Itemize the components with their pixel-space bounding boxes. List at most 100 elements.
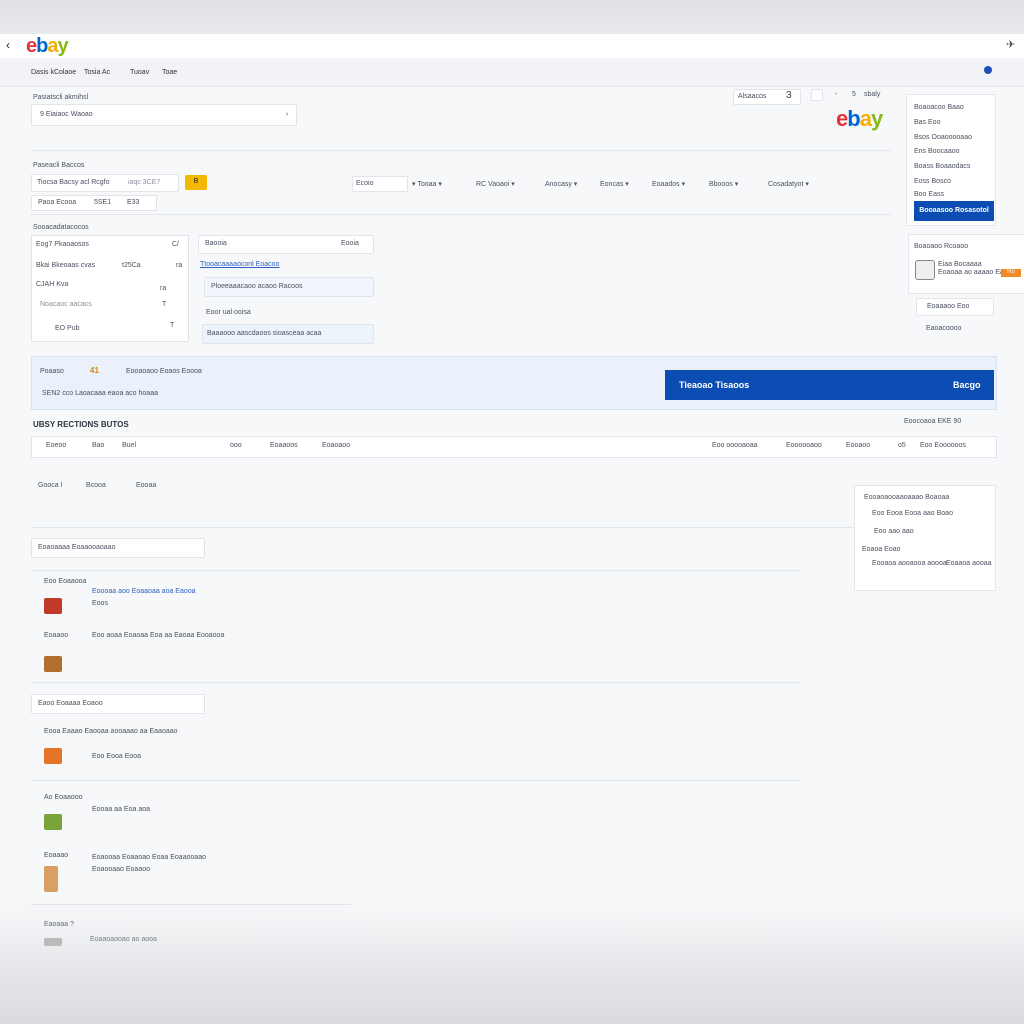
sidebar-item[interactable]: Bsos Ooaooooaao — [914, 134, 972, 141]
listing-title[interactable]: Eooaa aa Eoa aoa — [92, 806, 150, 813]
result-tab[interactable]: Eooaa — [136, 482, 156, 489]
sort-dropdown[interactable]: Eoocoaoa EKE 90 — [904, 418, 961, 425]
right-field-value: Baaaooo aascdaoos sioasceaa acaa — [207, 330, 322, 337]
filter-dropdown[interactable]: Ecoio — [352, 176, 408, 192]
sidebar-item[interactable]: Boass Boaaodacs — [914, 163, 970, 170]
form-row-price: t25Ca — [122, 262, 141, 269]
right-field[interactable]: Baooia Eooia — [198, 235, 374, 254]
top-menu-icon[interactable]: 5 — [852, 91, 856, 98]
listing-title[interactable]: Eoaooaa Eoaaoao Eoaa Eoaaooaao — [92, 854, 206, 861]
top-dropdown-label: Alsaacos — [738, 93, 767, 100]
listing-title[interactable]: Eoo aoaa Eoaoaa Eoa aa Eaoaa Eooaooa — [92, 632, 224, 639]
popup-line: Eooaoaooaaoaaao Boaoaa — [864, 494, 950, 501]
nav-link[interactable]: Toae — [162, 69, 177, 76]
right-field[interactable]: Baaaooo aascdaoos sioasceaa acaa — [202, 324, 374, 344]
form-row-label: Noacaoc aacacs — [40, 301, 92, 308]
notification-dot-icon[interactable] — [984, 66, 992, 74]
search-input[interactable]: 9 Eiaiaoc Waoao › — [31, 104, 297, 126]
right-field[interactable]: Ploeeaaacaoo acaoo Racoos — [204, 277, 374, 297]
sidebar-item[interactable]: Boaoacoo Baao — [914, 104, 964, 111]
top-count: 3 — [786, 90, 792, 101]
price-range-input[interactable]: Paoa Ecooa 5SE1 E33 — [31, 195, 157, 211]
nav-link[interactable]: Tosia Ac — [84, 69, 110, 76]
filter-dropdown[interactable]: Eoncas ▾ — [600, 180, 629, 188]
sidebar-primary-button[interactable]: Booaasoo Rosasotol — [914, 201, 994, 221]
listing-title[interactable]: Eoooaa aoo Eoaaoaa aoa Eaooa — [92, 588, 196, 595]
column-header[interactable]: Eoeoo — [46, 442, 66, 449]
ebay-logo[interactable]: ebay — [26, 35, 69, 58]
form-row-select[interactable]: ra — [160, 285, 166, 292]
banner-cta-button[interactable]: Tieaoao Tisaoos Bacgo — [665, 370, 994, 400]
listing-title[interactable]: Eoo Eooa Eooa — [92, 753, 141, 760]
back-icon[interactable]: ‹ — [6, 38, 10, 52]
listing-category: Eooa Eaaao Eaooaa aooaaao aa Eaaoaao — [44, 728, 178, 735]
top-link[interactable]: sbaly — [864, 91, 880, 98]
filter-dropdown-label: RC Vaoaoi — [476, 181, 510, 188]
filter-dropdown[interactable]: ▾ Tooaa ▾ — [412, 180, 442, 188]
column-header[interactable]: Eoaaoos — [270, 442, 298, 449]
sidebar-item[interactable]: Ens Boocaaoo — [914, 148, 960, 155]
filter-dropdown-label: Bbooos — [709, 181, 733, 188]
product-thumbnail[interactable] — [44, 866, 58, 892]
column-header[interactable]: Eooaoo — [846, 442, 870, 449]
result-tab[interactable]: Bcooa — [86, 482, 106, 489]
query-value: Tiocsa Bacsy acl Rcgfo — [37, 179, 110, 186]
sidebar-item[interactable]: Boo Eass — [914, 191, 944, 198]
divider — [31, 570, 801, 571]
product-thumbnail[interactable] — [44, 748, 62, 764]
popup-footer[interactable]: Eooaoa aooaooa aoooa — [872, 560, 947, 567]
search-go-button[interactable]: B — [185, 175, 207, 190]
form-link[interactable]: Ttooacaaaaoconl Eoacoo — [200, 261, 279, 268]
nav-link[interactable]: Dasis kColaoe — [31, 69, 76, 76]
listing-category: Ao Eoaaooo — [44, 794, 83, 801]
title-bar — [0, 34, 1024, 59]
column-header[interactable]: o5 — [898, 442, 906, 449]
popup-line: Eoo aao aao — [874, 528, 914, 535]
form-row-select[interactable]: T — [162, 301, 166, 308]
nav-link[interactable]: Tuoav — [130, 69, 149, 76]
column-header[interactable]: Eoooooaoo — [786, 442, 822, 449]
filter-dropdown[interactable]: Bbooos ▾ — [709, 180, 738, 188]
search-label: Pasiatscli akmihsl — [33, 94, 89, 101]
form-row-select[interactable]: T — [170, 322, 174, 329]
plane-icon[interactable]: ✈ — [1006, 38, 1015, 51]
popup-name: Eoaoa Eoao — [862, 546, 901, 553]
sidebar-item[interactable]: Bas Eoo — [914, 119, 940, 126]
listing-dropdown[interactable]: Eaoo Eoaaaa Eoaoo — [31, 694, 205, 714]
sidebar-item[interactable]: Eoss Bosco — [914, 178, 951, 185]
query-code: iaqc 3CE7 — [128, 179, 161, 186]
top-checkbox[interactable] — [811, 89, 823, 101]
column-header[interactable]: Buel — [122, 442, 136, 449]
column-header[interactable]: Eoo Eoooooos — [920, 442, 966, 449]
form-row-select[interactable]: C/ — [172, 241, 179, 248]
filter-dropdown[interactable]: Cosadatyot ▾ — [768, 180, 809, 188]
product-thumbnail[interactable] — [44, 814, 62, 830]
filter-dropdown[interactable]: Anocasy ▾ — [545, 180, 577, 188]
banner-text: Eooaoaoo Eoaos Eoooa — [126, 368, 202, 375]
form-section-label: Sooacadatacocos — [33, 224, 89, 231]
query-input[interactable]: Tiocsa Bacsy acl Rcgfo iaqc 3CE7 — [31, 174, 179, 192]
column-header[interactable]: ooo — [230, 442, 242, 449]
form-row-label: CJAH Kva — [36, 281, 69, 288]
nav-bar — [0, 58, 1024, 87]
watch-link[interactable]: Eaoacoooo — [926, 325, 961, 332]
column-header[interactable]: Eoaoaoo — [322, 442, 350, 449]
form-row-label: Bkai Bkeoaas cvas — [36, 262, 96, 269]
product-thumbnail[interactable] — [44, 938, 62, 946]
filter-dropdown[interactable]: RC Vaoaoi ▾ — [476, 180, 515, 188]
product-thumbnail[interactable] — [44, 598, 62, 614]
top-icon-label: - — [835, 91, 838, 98]
column-header[interactable]: Eoo ooooaoaa — [712, 442, 758, 449]
sidebar-dropdown[interactable]: Eoaaaoo Eoo — [916, 298, 994, 316]
listing-sub: Eoos — [92, 600, 108, 607]
listing-title[interactable]: Eoaaoaooao ao aooa — [90, 936, 157, 943]
banner-cta-right: Bacgo — [953, 380, 981, 390]
filter-dropdown-label: Ecoio — [356, 180, 374, 187]
filter-dropdown[interactable]: Eoaados ▾ — [652, 180, 685, 188]
popup-footer[interactable]: Eoaaoa aooaa — [946, 560, 992, 567]
column-header[interactable]: Bao — [92, 442, 104, 449]
result-tab[interactable]: Gooca I — [38, 482, 63, 489]
listing-dropdown[interactable]: Eoaoaaaa Eoaaooaoaao — [31, 538, 205, 558]
form-row-select[interactable]: ra — [176, 262, 182, 269]
product-thumbnail[interactable] — [44, 656, 62, 672]
